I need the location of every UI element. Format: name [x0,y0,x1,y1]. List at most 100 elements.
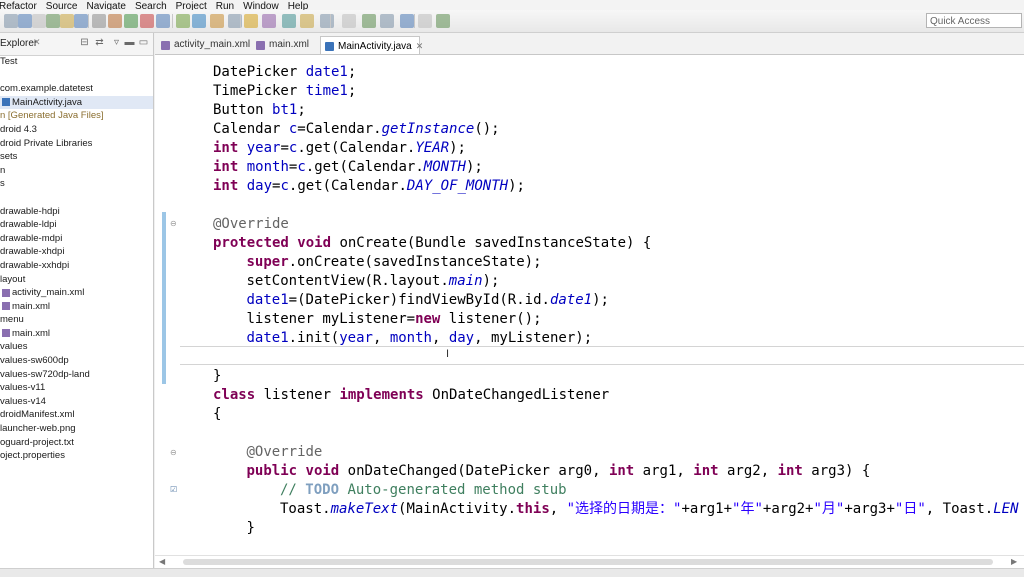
tree-item[interactable]: drawable-mdpi [0,232,153,246]
menu-item-search[interactable]: Search [135,2,167,11]
tree-item[interactable]: values-v11 [0,381,153,395]
toolbar-button-icon[interactable] [92,14,106,28]
tree-item[interactable]: drawable-hdpi [0,205,153,219]
fold-marker-icon[interactable]: ⊖ [170,219,177,228]
editor-tab[interactable]: main.xml [252,36,319,54]
toolbar-button-icon[interactable] [282,14,296,28]
toolbar-button-icon[interactable] [156,14,170,28]
code-token: month [389,330,432,346]
tree-item[interactable]: main.xml [0,327,153,341]
toolbar-button-icon[interactable] [342,14,356,28]
scroll-right-icon[interactable]: ▶ [1011,557,1017,566]
toolbar-button-icon[interactable] [192,14,206,28]
tree-item[interactable]: menu [0,313,153,327]
tree-item[interactable]: droid 4.3 [0,123,153,137]
tree-item[interactable]: oguard-project.txt [0,436,153,450]
toolbar-button-icon[interactable] [244,14,258,28]
xml-file-icon [256,41,265,50]
code-line: int year=c.get(Calendar.YEAR); [213,139,466,158]
tree-item[interactable]: values-sw600dp [0,354,153,368]
fold-marker-icon[interactable]: ⊖ [170,448,177,457]
tree-item[interactable]: main.xml [0,300,153,314]
horizontal-scrollbar[interactable]: ◀ ▶ [155,555,1024,569]
menu-item-help[interactable]: Help [288,2,309,11]
menu-item-navigate[interactable]: Navigate [86,2,125,11]
code-token: +arg2+ [762,501,814,517]
toolbar-button-icon[interactable] [4,14,18,28]
toolbar-button-icon[interactable] [400,14,414,28]
tree-item[interactable]: n [0,164,153,178]
toolbar-button-icon[interactable] [436,14,450,28]
editor-tab[interactable]: activity_main.xml [157,36,251,54]
tree-item[interactable]: launcher-web.png [0,422,153,436]
menu-item-refactor[interactable]: Refactor [0,2,37,11]
view-menu-icon[interactable]: ▿ [111,37,122,48]
menu-item-run[interactable]: Run [216,2,234,11]
text-cursor-icon: I [446,348,450,360]
code-line: super.onCreate(savedInstanceState); [247,253,542,272]
toolbar-button-icon[interactable] [74,14,88,28]
toolbar-button-icon[interactable] [18,14,32,28]
toolbar-button-icon[interactable] [108,14,122,28]
code-line: date1=(DatePicker)findViewById(R.id.date… [247,291,609,310]
menu-item-project[interactable]: Project [176,2,207,11]
scroll-left-icon[interactable]: ◀ [159,557,165,566]
code-token: // [280,482,306,498]
tree-item[interactable]: s [0,177,153,191]
code-token: class [213,387,256,403]
tree-item[interactable]: layout [0,273,153,287]
close-icon[interactable]: ✕ [33,37,41,48]
tree-item[interactable] [0,69,153,83]
code-line: @Override [247,443,323,462]
tree-item[interactable]: oject.properties [0,449,153,463]
tree-item[interactable]: droid Private Libraries [0,137,153,151]
tree-item[interactable]: droidManifest.xml [0,408,153,422]
close-tab-icon[interactable]: ✕ [416,41,424,51]
menu-item-source[interactable]: Source [46,2,78,11]
tree-item[interactable]: values-v14 [0,395,153,409]
toolbar-separator [330,14,331,28]
tree-item[interactable] [0,191,153,205]
change-ruler-bar [162,212,166,384]
toolbar-button-icon[interactable] [176,14,190,28]
menu-item-window[interactable]: Window [243,2,279,11]
explorer-tab[interactable]: Explorer ✕ ⊟ ⇄ ▿ ▬ ▭ [0,33,153,56]
editor-tab[interactable]: MainActivity.java ✕ [320,36,423,54]
scrollbar-thumb[interactable] [183,559,993,565]
tree-item[interactable]: sets [0,150,153,164]
tree-item[interactable]: drawable-xxhdpi [0,259,153,273]
link-editor-icon[interactable]: ⇄ [94,37,105,48]
code-token: =Calendar. [297,121,382,137]
toolbar-button-icon[interactable] [60,14,74,28]
toolbar-button-icon[interactable] [418,14,432,28]
toolbar-button-icon[interactable] [210,14,224,28]
tree-item[interactable]: n [Generated Java Files] [0,109,153,123]
tree-item[interactable]: drawable-xhdpi [0,245,153,259]
toolbar-separator [88,14,89,28]
maximize-icon[interactable]: ▭ [138,37,149,48]
toolbar-button-icon[interactable] [46,14,60,28]
toolbar-button-icon[interactable] [140,14,154,28]
minimize-icon[interactable]: ▬ [124,37,135,48]
toolbar-button-icon[interactable] [124,14,138,28]
tree-item[interactable]: com.example.datetest [0,82,153,96]
tree-item[interactable]: drawable-ldpi [0,218,153,232]
toolbar-button-icon[interactable] [320,14,334,28]
collapse-all-icon[interactable]: ⊟ [79,37,90,48]
editor-tab-bar: activity_main.xml main.xml MainActivity.ja… [155,33,1024,55]
tree-item[interactable]: activity_main.xml [0,286,153,300]
tree-item[interactable]: values-sw720dp-land [0,368,153,382]
code-editor[interactable]: ⊖ ⊖ ☑ DatePicker date1; TimePicker time1;… [155,55,1024,555]
code-line: setContentView(R.layout.main); [247,272,500,291]
toolbar-button-icon[interactable] [362,14,376,28]
quick-access-input[interactable]: Quick Access [926,13,1022,28]
tree-item[interactable]: Test [0,55,153,69]
tree-item-label: values-v14 [0,395,46,407]
toolbar-button-icon[interactable] [380,14,394,28]
tree-item[interactable]: values [0,340,153,354]
toolbar-button-icon[interactable] [32,14,46,28]
tree-item[interactable]: MainActivity.java [0,95,153,110]
tree-item-label: droid Private Libraries [0,137,93,149]
toolbar-button-icon[interactable] [262,14,276,28]
toolbar-button-icon[interactable] [300,14,314,28]
